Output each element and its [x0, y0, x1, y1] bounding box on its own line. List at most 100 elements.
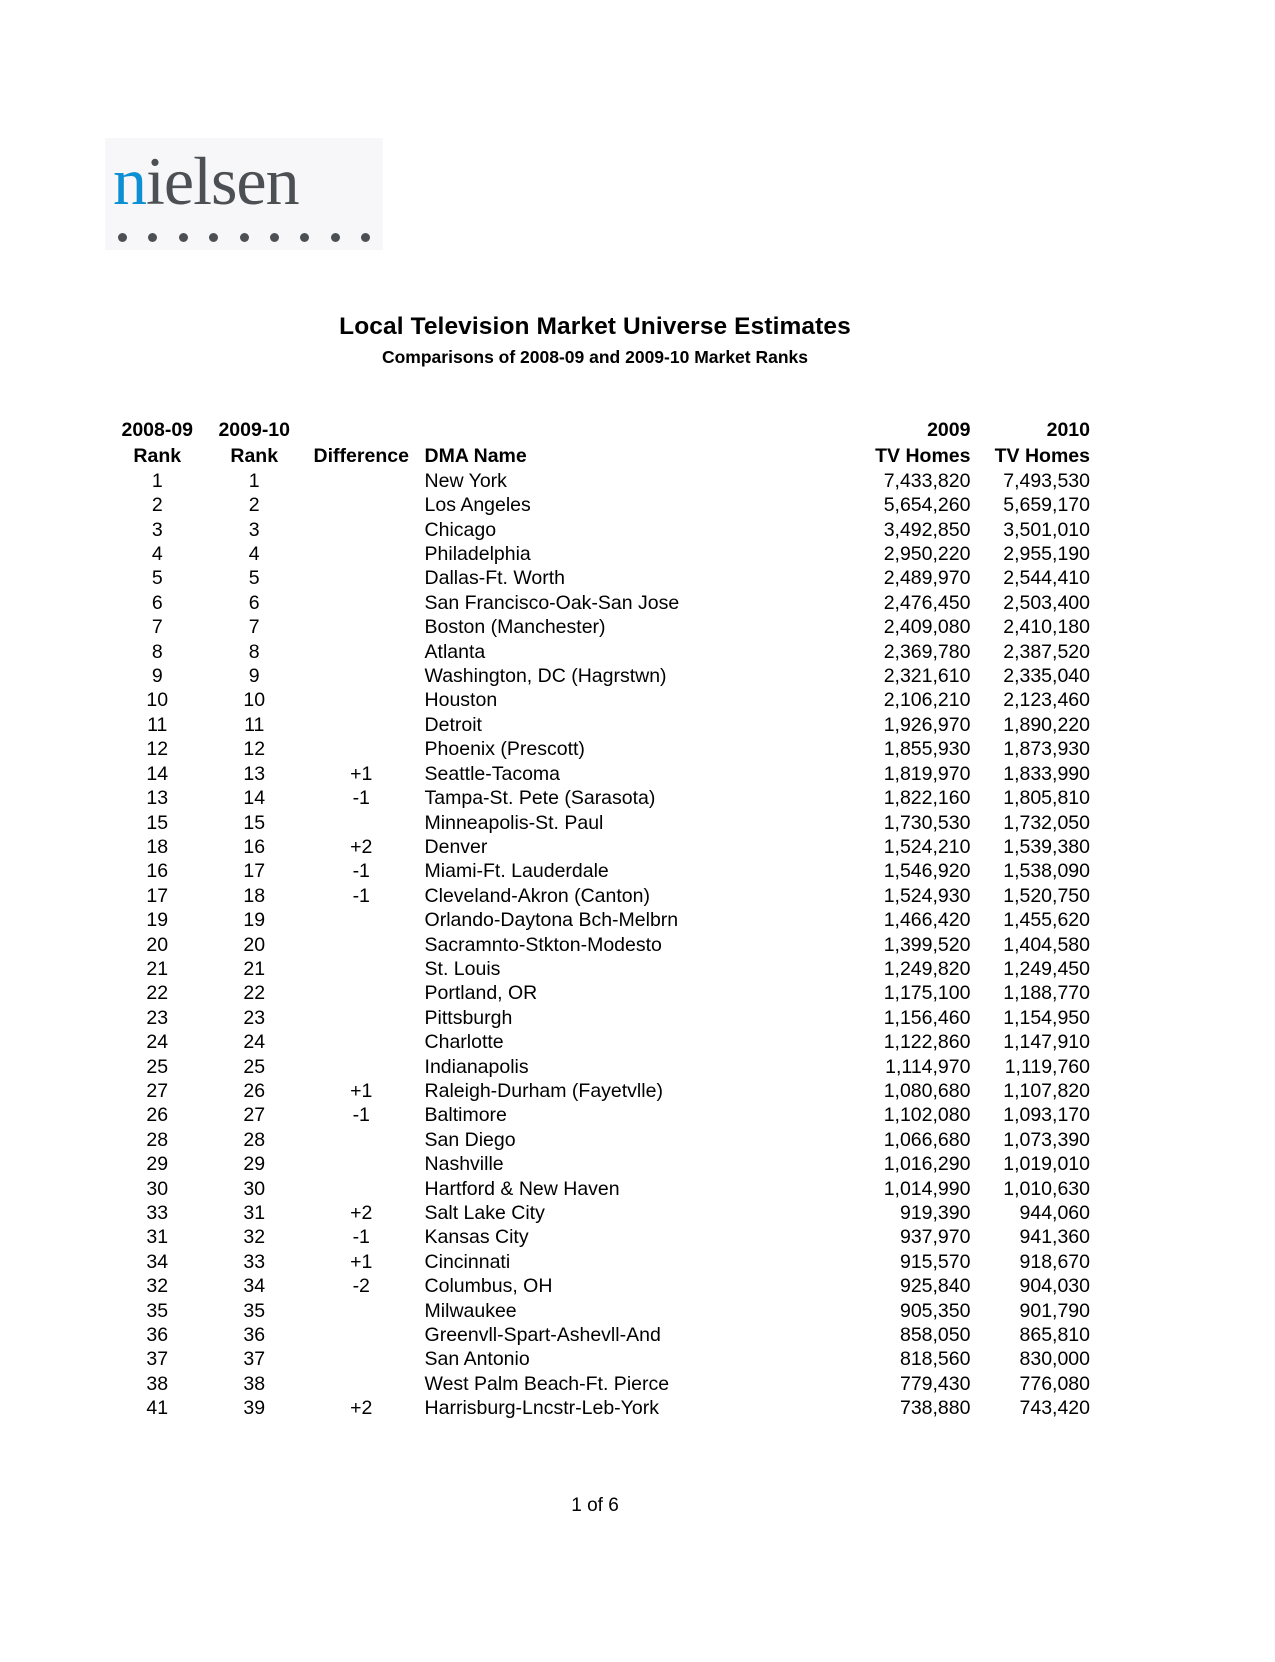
cell-tv-homes-2009: 1,080,680	[883, 1079, 971, 1102]
cell-rank-2008-09: 30	[146, 1177, 169, 1200]
cell-tv-homes-2010: 865,810	[1019, 1324, 1091, 1347]
table-row: 29 29 Nashville 1,016,290 1,019,010	[110, 1152, 1090, 1176]
nielsen-logo: nielsen	[105, 138, 383, 250]
cell-rank-2009-10: 5	[248, 567, 260, 590]
cell-rank-2008-09: 3	[151, 518, 163, 541]
logo-letter-n: n	[113, 143, 147, 219]
cell-dma-name: Detroit	[424, 713, 482, 736]
logo-dot	[209, 232, 219, 242]
cell-difference	[304, 518, 419, 542]
cell-rank-2009-10: 35	[243, 1299, 266, 1322]
cell-tv-homes-2010: 1,107,820	[1003, 1079, 1090, 1102]
cell-tv-homes-2009: 905,350	[899, 1299, 971, 1322]
cell-dma-name: Houston	[424, 689, 498, 712]
cell-rank-2008-09: 27	[146, 1079, 169, 1102]
cell-rank-2009-10: 29	[243, 1153, 266, 1176]
cell-rank-2009-10: 9	[248, 665, 260, 688]
cell-tv-homes-2009: 2,106,210	[883, 689, 971, 712]
cell-rank-2008-09: 14	[146, 762, 169, 785]
cell-dma-name: Sacramnto-Stkton-Modesto	[424, 933, 662, 956]
header-tv-homes-2009: TV Homes	[875, 445, 971, 468]
cell-dma-name: Tampa-St. Pete (Sarasota)	[424, 787, 656, 810]
cell-rank-2009-10: 28	[243, 1128, 266, 1151]
cell-dma-name: Minneapolis-St. Paul	[424, 811, 604, 834]
cell-dma-name: Pittsburgh	[424, 1006, 513, 1029]
cell-difference	[304, 1055, 419, 1079]
cell-difference	[304, 933, 419, 957]
cell-dma-name: Los Angeles	[424, 494, 531, 517]
cell-rank-2009-10: 4	[248, 543, 260, 566]
logo-dot	[361, 232, 370, 242]
cell-rank-2008-09: 17	[146, 884, 169, 907]
cell-tv-homes-2010: 1,249,450	[1003, 957, 1090, 980]
cell-tv-homes-2009: 919,390	[899, 1202, 971, 1224]
cell-rank-2009-10: 2	[248, 494, 260, 517]
table-header-row-top: 2008-09 2009-10 2009 2010	[110, 418, 1090, 444]
cell-tv-homes-2010: 743,420	[1019, 1397, 1091, 1420]
cell-tv-homes-2009: 1,524,930	[883, 884, 971, 907]
cell-tv-homes-2010: 2,955,190	[1003, 543, 1090, 566]
cell-dma-name: Harrisburg-Lncstr-Leb-York	[424, 1397, 659, 1420]
cell-tv-homes-2009: 1,926,970	[883, 713, 971, 736]
cell-dma-name: Atlanta	[424, 640, 486, 663]
cell-dma-name: Milwaukee	[424, 1299, 517, 1322]
cell-rank-2009-10: 26	[243, 1079, 266, 1102]
table-row: 9 9 Washington, DC (Hagrstwn) 2,321,610 2,33…	[110, 664, 1090, 688]
cell-tv-homes-2010: 2,123,460	[1003, 689, 1090, 712]
cell-tv-homes-2010: 1,890,220	[1003, 713, 1090, 736]
table-row: 24 24 Charlotte 1,122,860 1,147,910	[110, 1030, 1090, 1054]
header-rank-2009-10: Rank	[230, 445, 279, 468]
cell-dma-name: Cleveland-Akron (Canton)	[424, 884, 650, 907]
cell-tv-homes-2009: 7,433,820	[883, 469, 971, 492]
header-dma-name-year	[419, 418, 822, 444]
table-row: 35 35 Milwaukee 905,350 901,790	[110, 1299, 1090, 1323]
cell-tv-homes-2009: 1,156,460	[883, 1006, 971, 1029]
cell-tv-homes-2009: 818,560	[899, 1348, 971, 1371]
cell-rank-2009-10: 34	[243, 1275, 266, 1298]
cell-difference	[304, 493, 419, 517]
cell-difference	[304, 908, 419, 932]
cell-tv-homes-2009: 1,819,970	[883, 762, 971, 785]
cell-dma-name: San Diego	[424, 1128, 516, 1151]
cell-difference	[304, 713, 419, 737]
header-tv-homes-2009-year: 2009	[927, 419, 971, 441]
cell-rank-2008-09: 4	[151, 543, 163, 566]
cell-tv-homes-2009: 1,175,100	[883, 982, 971, 1005]
cell-difference	[304, 1030, 419, 1054]
cell-difference	[304, 1006, 419, 1030]
page-title: Local Television Market Universe Estimat…	[339, 313, 851, 340]
cell-tv-homes-2010: 1,119,760	[1004, 1055, 1090, 1078]
cell-rank-2008-09: 2	[151, 494, 163, 517]
logo-dot	[330, 232, 340, 242]
cell-tv-homes-2010: 1,833,990	[1003, 762, 1090, 785]
cell-dma-name: Salt Lake City	[424, 1202, 545, 1224]
page-number-footer: 1 of 6	[571, 1495, 619, 1516]
cell-tv-homes-2009: 937,970	[899, 1226, 971, 1249]
logo-dots-row	[118, 230, 370, 244]
cell-tv-homes-2009: 1,822,160	[883, 787, 971, 810]
cell-dma-name: Portland, OR	[424, 982, 538, 1005]
cell-tv-homes-2009: 2,369,780	[883, 640, 971, 663]
cell-tv-homes-2010: 918,670	[1019, 1250, 1091, 1273]
cell-difference	[304, 981, 419, 1005]
table-row: 16 17 -1 Miami-Ft. Lauderdale 1,546,920 1,538…	[110, 859, 1090, 883]
cell-difference: -1	[352, 1104, 370, 1127]
cell-rank-2009-10: 25	[243, 1055, 266, 1078]
cell-tv-homes-2009: 925,840	[899, 1275, 971, 1298]
table-row: 5 5 Dallas-Ft. Worth 2,489,970 2,544,410	[110, 566, 1090, 590]
cell-difference	[304, 542, 419, 566]
cell-difference: +2	[350, 1202, 373, 1224]
cell-tv-homes-2009: 2,409,080	[883, 616, 971, 639]
cell-rank-2008-09: 25	[146, 1055, 169, 1078]
table-header-row-bottom: Rank Rank Difference DMA Name TV Homes T…	[110, 444, 1090, 468]
cell-rank-2008-09: 23	[146, 1006, 169, 1029]
cell-tv-homes-2009: 1,855,930	[883, 738, 971, 761]
cell-dma-name: Denver	[424, 835, 488, 858]
table-row: 12 12 Phoenix (Prescott) 1,855,930 1,873,930	[110, 737, 1090, 761]
cell-rank-2008-09: 34	[146, 1250, 169, 1273]
cell-tv-homes-2010: 1,073,390	[1003, 1128, 1090, 1151]
table-row: 38 38 West Palm Beach-Ft. Pierce 779,430 776…	[110, 1372, 1090, 1396]
cell-tv-homes-2009: 1,524,210	[883, 835, 971, 858]
cell-tv-homes-2010: 2,410,180	[1003, 616, 1090, 639]
table-row: 28 28 San Diego 1,066,680 1,073,390	[110, 1128, 1090, 1152]
